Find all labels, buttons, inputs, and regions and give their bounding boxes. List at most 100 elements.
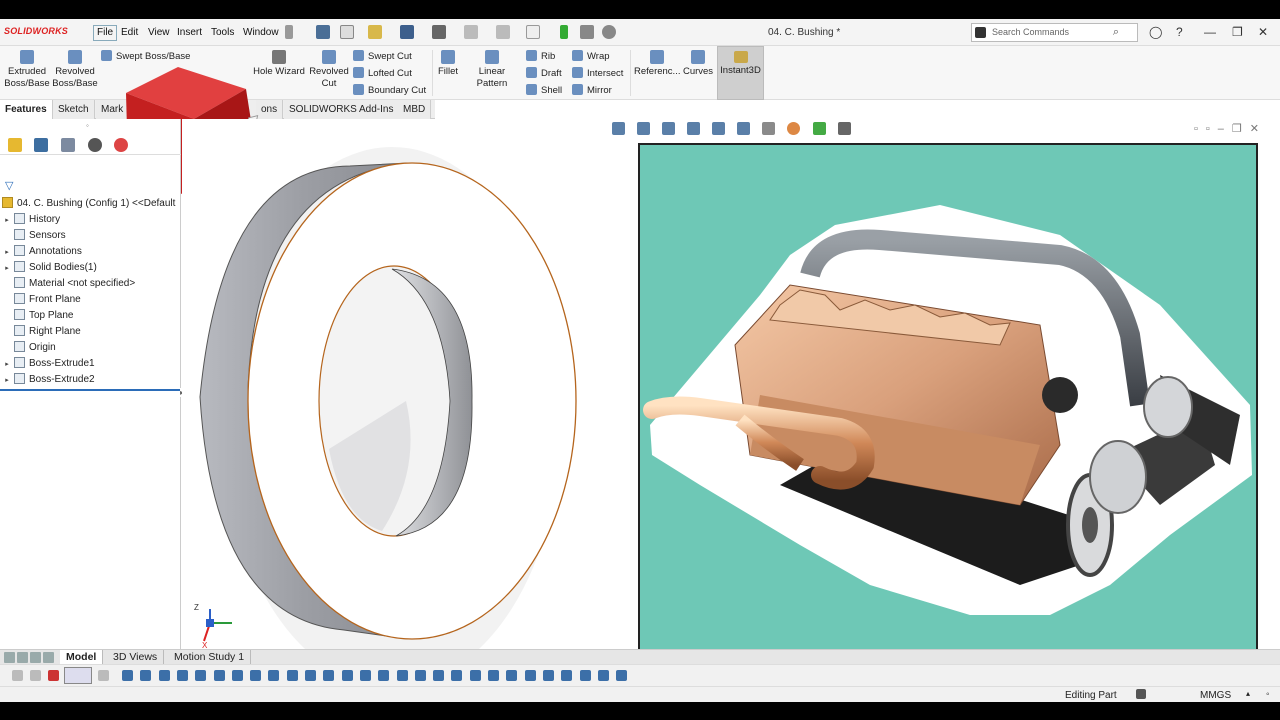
tab-sketch[interactable]: Sketch <box>53 100 95 119</box>
last-tab-arrow-icon[interactable] <box>43 652 54 663</box>
zoom-area-icon[interactable] <box>637 122 651 135</box>
selection-filter-icon[interactable] <box>542 670 554 681</box>
selection-filter-icon[interactable] <box>213 670 225 681</box>
home-icon[interactable] <box>316 25 330 39</box>
selection-filter-icon[interactable] <box>140 670 152 681</box>
linear-pattern-button[interactable]: Linear Pattern <box>463 50 521 90</box>
viewport-window-controls[interactable]: ▫▫–❐✕ <box>1194 122 1267 135</box>
box-select-icon[interactable] <box>98 670 109 681</box>
tree-item-right-plane[interactable]: Right Plane <box>0 324 81 340</box>
tab-model[interactable]: Model <box>60 650 104 665</box>
dimxpert-icon[interactable] <box>88 138 102 152</box>
close-icon[interactable]: ✕ <box>1258 25 1268 39</box>
menu-window[interactable]: Window <box>243 27 279 38</box>
expand-arrow-icon[interactable]: ▸ <box>0 357 14 373</box>
pin-icon[interactable] <box>285 25 293 39</box>
select-all-filters-icon[interactable] <box>48 670 59 681</box>
undo-icon[interactable] <box>464 25 478 39</box>
selection-filter-icon[interactable] <box>433 670 445 681</box>
rollback-bar[interactable] <box>0 389 181 391</box>
feature-tree-icon[interactable] <box>8 138 22 152</box>
reference-geometry-button[interactable]: Referenc... <box>634 50 680 78</box>
selection-filter-icon[interactable] <box>524 670 536 681</box>
rib-button[interactable]: Rib <box>526 50 555 62</box>
tree-item-boss-extrude1[interactable]: ▸ Boss-Extrude1 <box>0 356 95 372</box>
new-document-icon[interactable] <box>340 25 354 39</box>
select-arrow-icon[interactable] <box>526 25 540 39</box>
rebuild-icon[interactable] <box>560 25 568 39</box>
units-selector[interactable]: MMGS <box>1200 690 1231 701</box>
panel-grip[interactable]: ◦ <box>86 121 89 130</box>
curves-button[interactable]: Curves <box>682 50 714 78</box>
shell-button[interactable]: Shell <box>526 84 562 96</box>
tab-mbd[interactable]: MBD <box>398 100 432 119</box>
restore-icon[interactable]: ❐ <box>1232 25 1243 39</box>
menu-file[interactable]: File <box>93 25 118 41</box>
user-account-icon[interactable]: ◯ <box>1149 25 1162 39</box>
next-tab-arrow-icon[interactable] <box>30 652 41 663</box>
selection-filter-icon[interactable] <box>305 670 316 681</box>
selection-filter-icon[interactable] <box>359 670 371 681</box>
clear-filters-icon[interactable] <box>30 670 41 681</box>
scene-icon[interactable] <box>812 122 826 135</box>
selection-filter-icon[interactable] <box>250 670 262 681</box>
bushing-model[interactable] <box>182 119 642 650</box>
selection-filter-icon[interactable] <box>506 670 518 681</box>
appearance-icon[interactable] <box>787 122 801 135</box>
minimize-icon[interactable]: — <box>1204 25 1216 39</box>
lofted-cut-button[interactable]: Lofted Cut <box>353 67 412 79</box>
expand-arrow-icon[interactable]: ▸ <box>0 373 14 389</box>
selection-filter-icon[interactable] <box>396 670 408 681</box>
selection-filter-icon[interactable] <box>378 670 390 681</box>
menu-tools[interactable]: Tools <box>211 27 234 38</box>
extruded-boss-button[interactable]: Extruded Boss/Base <box>4 50 50 90</box>
filter-toggle-icon[interactable] <box>12 670 23 681</box>
open-folder-icon[interactable] <box>368 25 382 39</box>
selection-filter-icon[interactable] <box>231 670 243 681</box>
tab-features[interactable]: Features <box>0 100 53 119</box>
selection-filter-icon[interactable] <box>469 670 481 681</box>
selection-filter-icon[interactable] <box>158 670 170 681</box>
selection-filter-icon[interactable] <box>561 670 573 681</box>
configuration-manager-icon[interactable] <box>61 138 75 152</box>
revolved-cut-button[interactable]: Revolved Cut <box>308 50 350 90</box>
tree-item-origin[interactable]: Origin <box>0 340 56 356</box>
first-tab-arrow-icon[interactable] <box>4 652 15 663</box>
fillet-button[interactable]: Fillet <box>436 50 460 78</box>
tree-item-solid-bodies-1[interactable]: ▸ Solid Bodies(1) <box>0 260 97 276</box>
wrap-button[interactable]: Wrap <box>572 50 610 62</box>
selection-filter-icon[interactable] <box>176 670 188 681</box>
selection-filter-icon[interactable] <box>597 670 609 681</box>
selection-filter-icon[interactable] <box>488 670 499 681</box>
search-icon[interactable]: ⌕ <box>1113 26 1119 39</box>
revolved-boss-button[interactable]: Revolved Boss/Base <box>52 50 98 90</box>
tree-item-top-plane[interactable]: Top Plane <box>0 308 73 324</box>
zoom-to-fit-icon[interactable] <box>612 122 625 135</box>
rebuild-status-icon[interactable] <box>1136 689 1146 699</box>
tab-motion-study[interactable]: Motion Study 1 <box>168 650 252 665</box>
mirror-button[interactable]: Mirror <box>572 84 612 96</box>
save-icon[interactable] <box>400 25 414 39</box>
draft-button[interactable]: Draft <box>526 67 562 79</box>
prev-tab-arrow-icon[interactable] <box>17 652 28 663</box>
selection-filter-icon[interactable] <box>341 670 353 681</box>
view-settings-icon[interactable] <box>837 122 851 135</box>
selection-filter-icon[interactable] <box>579 670 591 681</box>
property-manager-icon[interactable] <box>34 138 48 152</box>
status-bar-expand-icon[interactable]: ◦ <box>1266 689 1270 700</box>
tree-item-history[interactable]: ▸ History <box>0 212 60 228</box>
options-gear-icon[interactable] <box>602 25 616 39</box>
section-view-icon[interactable] <box>687 122 701 135</box>
selection-filter-icon[interactable] <box>268 670 280 681</box>
search-commands-field[interactable]: Search Commands ⌕ <box>971 23 1138 42</box>
selection-filter-icon[interactable] <box>195 670 207 681</box>
expand-arrow-icon[interactable]: ▸ <box>0 245 14 261</box>
tree-item-boss-extrude2[interactable]: ▸ Boss-Extrude2 <box>0 372 95 388</box>
hide-show-icon[interactable] <box>762 122 776 135</box>
tab-solidworks-addins[interactable]: SOLIDWORKS Add-Ins <box>284 100 400 119</box>
expand-arrow-icon[interactable]: ▸ <box>0 261 14 277</box>
selection-filter-icon[interactable] <box>451 670 463 681</box>
selection-filter-icon[interactable] <box>286 670 298 681</box>
selection-filter-icon[interactable] <box>616 670 628 681</box>
units-dropdown-icon[interactable]: ▴ <box>1246 689 1250 698</box>
